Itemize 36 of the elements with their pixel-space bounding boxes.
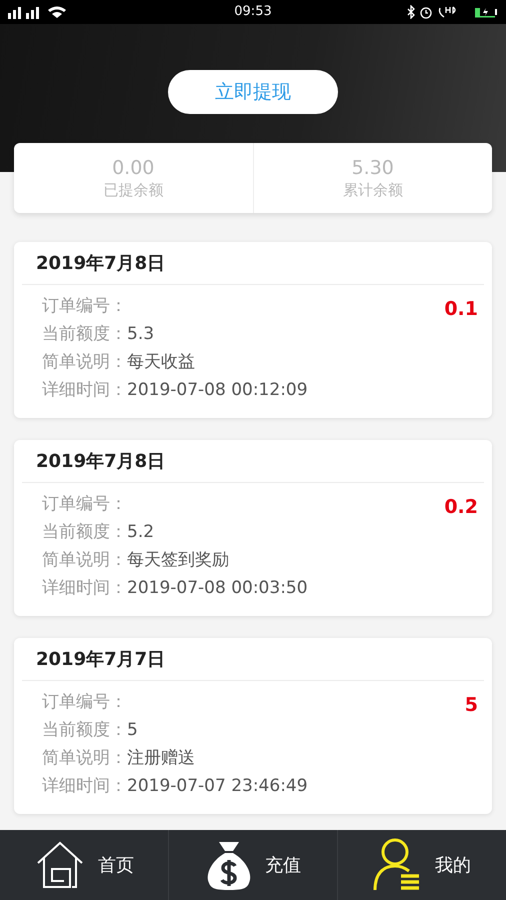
field-value: 每天收益	[127, 351, 195, 374]
record-date: 2019年7月7日	[36, 648, 166, 672]
record-amount: 0.2	[444, 495, 478, 520]
tab-bar-item[interactable]: 充值	[168, 830, 337, 900]
summary-label: 累计余额	[342, 180, 403, 200]
record-date: 2019年7月8日	[36, 252, 166, 276]
field-value: 5	[127, 719, 138, 742]
tab-bar-item[interactable]: 首页	[0, 830, 168, 900]
field-value: 每天签到奖励	[127, 549, 229, 572]
battery-icon	[474, 6, 498, 18]
record-amount: 5	[464, 693, 478, 718]
record-date: 2019年7月8日	[36, 450, 166, 474]
field-label: 简单说明：	[42, 351, 127, 374]
field-label: 详细时间：	[42, 577, 127, 600]
summary-label: 已提余额	[103, 180, 164, 200]
field-label: 详细时间：	[42, 379, 127, 402]
field-label: 当前额度：	[42, 521, 127, 544]
summary-value: 0.00	[112, 156, 154, 180]
field-value: 2019-07-07 23:46:49	[127, 775, 308, 798]
field-label: 简单说明：	[42, 549, 127, 572]
field-label: 订单编号：	[42, 493, 127, 516]
status-time: 09:53	[234, 3, 272, 22]
field-label: 当前额度：	[42, 719, 127, 742]
field-value: 2019-07-08 00:12:09	[127, 379, 308, 402]
field-label: 简单说明：	[42, 747, 127, 770]
field-value: 注册赠送	[127, 747, 195, 770]
field-label: 当前额度：	[42, 323, 127, 346]
summary-value: 5.30	[352, 156, 394, 180]
field-label: 详细时间：	[42, 775, 127, 798]
field-label: 订单编号：	[42, 691, 127, 714]
money-bag-icon	[205, 839, 253, 891]
record-amount: 0.1	[444, 297, 478, 322]
field-label: 订单编号：	[42, 295, 127, 318]
field-value: 2019-07-08 00:03:50	[127, 577, 308, 600]
field-value: 5.3	[127, 323, 154, 346]
field-value: 5.2	[127, 521, 154, 544]
